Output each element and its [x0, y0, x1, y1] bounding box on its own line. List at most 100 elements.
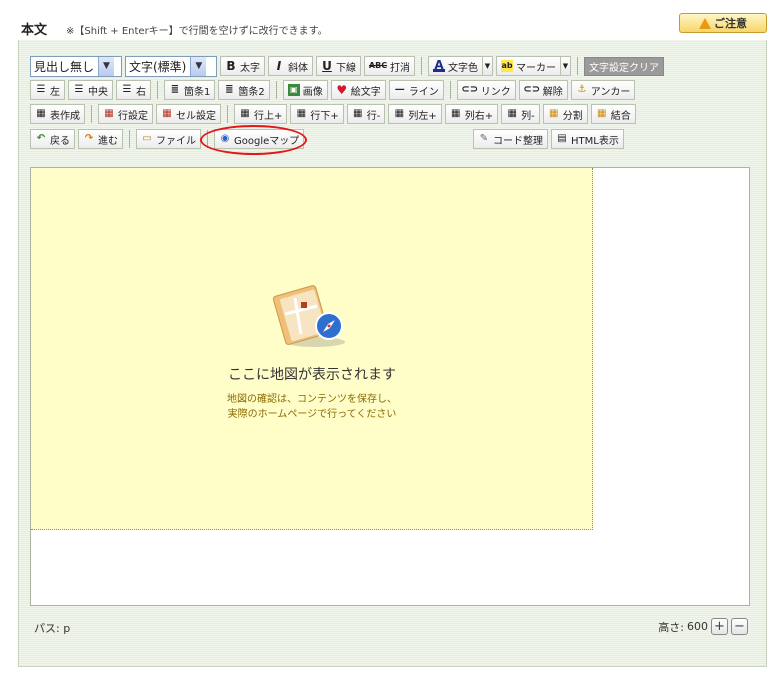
table-create-label: 表作成	[50, 110, 80, 122]
align-left-button[interactable]: ☰ 左	[30, 80, 65, 100]
row-above-icon: ▦	[240, 108, 250, 119]
text-color-dropdown[interactable]: ▼	[482, 56, 493, 76]
image-button[interactable]: ▣ 画像	[282, 80, 328, 100]
editor-header: 本文 ※【Shift + Enterキー】で行間を空けずに改行できます。 ご注意	[0, 0, 773, 38]
col-right-button[interactable]: ▦ 列右+	[444, 104, 499, 124]
col-right-label: 列右+	[464, 110, 494, 122]
strikethrough-icon: ABC	[368, 61, 388, 70]
strike-label: 打消	[390, 62, 410, 74]
row-settings-icon: ▦	[104, 108, 114, 119]
split-icon: ▦	[549, 108, 559, 119]
caution-label: ご注意	[714, 17, 747, 30]
col-delete-label: 列-	[521, 110, 535, 122]
image-label: 画像	[302, 86, 323, 98]
merge-cell-button[interactable]: ▦ 結合	[590, 104, 636, 124]
strike-button[interactable]: ABC 打消	[364, 56, 415, 76]
align-left-icon: ☰	[36, 84, 46, 95]
numbered-list-icon: ≣	[225, 84, 234, 95]
clear-format-button[interactable]: 文字設定クリア	[584, 56, 664, 76]
align-right-icon: ☰	[122, 84, 132, 95]
line-button[interactable]: — ライン	[388, 80, 444, 100]
broom-icon: ✎	[479, 133, 489, 144]
undo-button[interactable]: ↶ 戻る	[30, 129, 75, 149]
caution-button[interactable]: ご注意	[679, 13, 767, 33]
align-right-button[interactable]: ☰ 右	[116, 80, 151, 100]
file-button[interactable]: ▭ ファイル	[136, 129, 201, 149]
align-left-label: 左	[50, 86, 60, 98]
redo-icon: ↷	[84, 133, 94, 144]
html-view-label: HTML表示	[571, 135, 619, 147]
align-right-label: 右	[136, 86, 146, 98]
plus-icon[interactable]: +	[711, 618, 728, 635]
newline-hint: ※【Shift + Enterキー】で行間を空けずに改行できます。	[66, 26, 328, 37]
font-select-value: 文字(標準)	[129, 59, 187, 74]
italic-icon: I	[276, 59, 282, 73]
list1-button[interactable]: ≣ 箇条1	[164, 80, 216, 100]
font-select[interactable]: 文字(標準) ▼	[125, 55, 217, 77]
text-color-label: 文字色	[448, 62, 478, 74]
row-above-label: 行上+	[254, 110, 283, 122]
heading-select[interactable]: 見出し無し ▼	[30, 55, 122, 77]
toolbar-divider	[227, 105, 228, 123]
unlink-icon: ⊂⊃	[523, 84, 541, 95]
marker-dropdown[interactable]: ▼	[560, 56, 571, 76]
anchor-label: アンカー	[590, 86, 631, 98]
col-left-button[interactable]: ▦ 列左+	[388, 104, 442, 124]
row-above-button[interactable]: ▦ 行上+	[234, 104, 288, 124]
row-settings-button[interactable]: ▦ 行設定	[98, 104, 153, 124]
minus-icon[interactable]: −	[731, 618, 748, 635]
map-note-line1: 地図の確認は、コンテンツを保存し、	[227, 394, 397, 405]
content-editor[interactable]: ここに地図が表示されます 地図の確認は、コンテンツを保存し、 実際のホームページ…	[30, 167, 750, 606]
heading-select-value: 見出し無し	[34, 59, 95, 74]
cell-settings-button[interactable]: ▦ セル設定	[156, 104, 221, 124]
row-settings-label: 行設定	[118, 110, 148, 122]
list2-button[interactable]: ≣ 箇条2	[218, 80, 270, 100]
table-icon: ▦	[36, 108, 46, 119]
emoji-button[interactable]: ♥ 絵文字	[330, 80, 386, 100]
col-left-icon: ▦	[394, 108, 405, 119]
link-button[interactable]: ⊂⊃ リンク	[456, 80, 516, 100]
row-delete-label: 行-	[366, 110, 381, 122]
bold-button[interactable]: B 太字	[220, 56, 265, 76]
redo-button[interactable]: ↷ 進む	[78, 129, 123, 149]
underline-button[interactable]: U 下線	[316, 56, 361, 76]
col-delete-button[interactable]: ▦ 列-	[501, 104, 540, 124]
html-view-button[interactable]: ▤ HTML表示	[551, 129, 624, 149]
italic-button[interactable]: I 斜体	[268, 56, 313, 76]
split-cell-button[interactable]: ▦ 分割	[542, 104, 588, 124]
unlink-button[interactable]: ⊂⊃ 解除	[518, 80, 568, 100]
col-right-icon: ▦	[451, 108, 461, 119]
anchor-button[interactable]: ⚓ アンカー	[570, 80, 636, 100]
file-label: ファイル	[156, 135, 196, 147]
underline-label: 下線	[336, 62, 356, 74]
redo-label: 進む	[98, 135, 118, 147]
align-center-button[interactable]: ☰ 中央	[68, 80, 113, 100]
table-create-button[interactable]: ▦ 表作成	[30, 104, 85, 124]
text-color-icon: A	[433, 57, 445, 72]
map-placeholder-text: ここに地図が表示されます	[228, 367, 396, 383]
row-delete-icon: ▦	[353, 108, 363, 119]
marker-button[interactable]: ab マーカー	[496, 56, 561, 76]
code-cleanup-button[interactable]: ✎ コード整理	[473, 129, 548, 149]
marker-label: マーカー	[516, 62, 556, 74]
toolbar-divider	[449, 81, 451, 99]
warning-icon	[699, 17, 711, 29]
height-value: 600	[687, 620, 708, 633]
row-below-icon: ▦	[296, 108, 307, 119]
map-note-line2: 実際のホームページで行ってください	[227, 409, 397, 420]
merge-label: 結合	[610, 110, 631, 122]
row-delete-button[interactable]: ▦ 行-	[346, 104, 386, 124]
underline-icon: U	[322, 59, 332, 73]
toolbar-divider	[91, 105, 92, 123]
link-icon: ⊂⊃	[461, 84, 479, 95]
row-below-button[interactable]: ▦ 行下+	[290, 104, 344, 124]
text-color-button[interactable]: A 文字色	[428, 56, 483, 76]
marker-icon: ab	[501, 60, 513, 72]
height-control: 高さ: 600 + −	[658, 618, 748, 635]
list2-label: 箇条2	[238, 86, 265, 98]
undo-label: 戻る	[50, 135, 70, 147]
heart-icon: ♥	[336, 83, 348, 97]
editor-statusbar: パス: p 高さ: 600 + −	[30, 614, 750, 646]
map-placeholder[interactable]: ここに地図が表示されます 地図の確認は、コンテンツを保存し、 実際のホームページ…	[31, 168, 593, 530]
map-placeholder-note: 地図の確認は、コンテンツを保存し、 実際のホームページで行ってください	[31, 392, 593, 422]
